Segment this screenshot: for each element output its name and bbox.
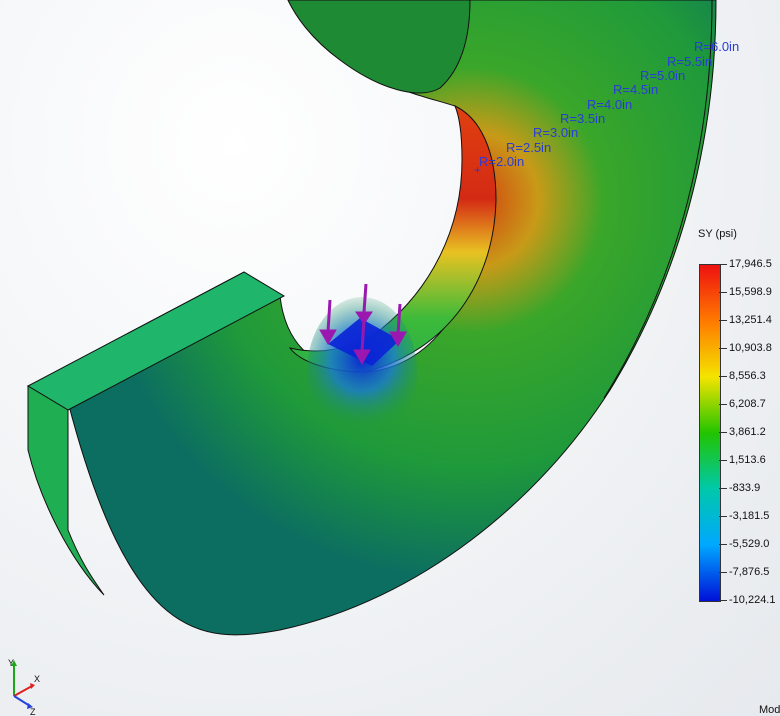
axis-z-label: Z — [30, 707, 36, 716]
legend-tick-label: -10,224.1 — [718, 594, 776, 606]
legend-title: SY (psi) — [698, 228, 737, 240]
legend-tick-label: 1,513.6 — [719, 454, 766, 466]
color-scale-bar — [699, 264, 721, 602]
status-mode-text: Mod — [759, 704, 780, 716]
radius-label-2-0[interactable]: R=2.0in — [479, 154, 524, 169]
radius-label-3-0[interactable]: R=3.0in — [533, 125, 578, 140]
radius-label-2-5[interactable]: R=2.5in — [506, 140, 551, 155]
radius-label-4-0[interactable]: R=4.0in — [587, 97, 632, 112]
origin-marker: + — [474, 163, 481, 177]
3d-viewport[interactable]: R=6.0in R=5.5in R=5.0in R=4.5in R=4.0in … — [0, 0, 780, 716]
axis-x-label: X — [34, 674, 40, 684]
radius-label-5-5[interactable]: R=5.5in — [667, 54, 712, 69]
radius-label-5-0[interactable]: R=5.0in — [640, 68, 685, 83]
legend-tick-label: 6,208.7 — [719, 398, 766, 410]
radius-label-3-5[interactable]: R=3.5in — [560, 111, 605, 126]
legend-tick-label: 10,903.8 — [719, 342, 772, 354]
legend-tick-label: 17,946.5 — [719, 258, 772, 270]
legend-tick-label: -833.9 — [718, 482, 761, 494]
legend-tick-label: -7,876.5 — [718, 566, 770, 578]
legend-tick-label: 3,861.2 — [719, 426, 766, 438]
radius-label-6-0[interactable]: R=6.0in — [694, 39, 739, 54]
top-groove-surface — [287, 0, 471, 94]
legend-tick-label: 15,598.9 — [719, 286, 772, 298]
legend-tick-label: -5,529.0 — [718, 538, 770, 550]
legend-tick-label: 8,556.3 — [719, 370, 766, 382]
axis-triad[interactable]: Y X Z — [2, 656, 42, 716]
radius-label-4-5[interactable]: R=4.5in — [613, 82, 658, 97]
axis-y-label: Y — [8, 658, 14, 668]
legend-tick-label: -3,181.5 — [718, 510, 770, 522]
legend-tick-label: 13,251.4 — [719, 314, 772, 326]
stress-legend[interactable]: SY (psi) 17,946.5 15,598.9 13,251.4 10,903.… — [690, 226, 780, 616]
